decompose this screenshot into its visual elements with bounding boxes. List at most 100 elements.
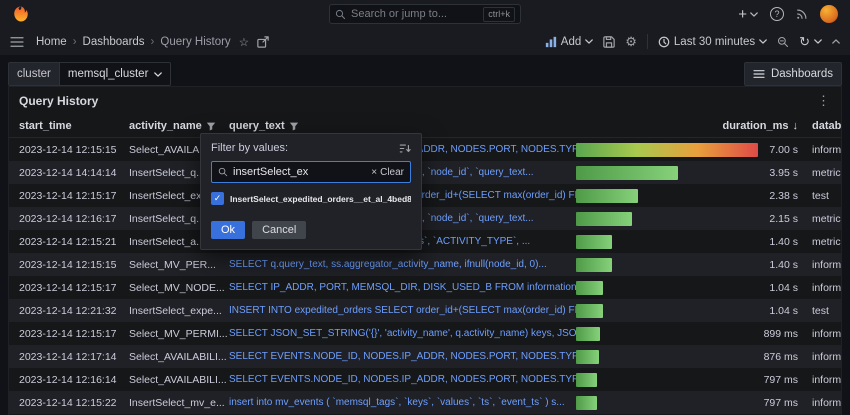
cell-duration: 1.40 s <box>576 234 804 249</box>
duration-bar-track <box>576 280 758 295</box>
rss-icon <box>797 9 807 19</box>
bar-chart-icon <box>545 36 556 47</box>
search-icon <box>335 9 346 19</box>
zoom-out-button[interactable] <box>777 36 789 48</box>
new-menu-button[interactable]: + <box>738 7 758 22</box>
breadcrumb: Home › Dashboards › Query History <box>36 36 231 48</box>
cell-duration: 876 ms <box>576 349 804 364</box>
query-text-link[interactable]: SELECT EVENTS.NODE_ID, NODES.IP_ADDR, NO… <box>229 374 576 385</box>
share-button[interactable] <box>257 35 269 48</box>
user-avatar[interactable] <box>820 5 838 23</box>
kebab-icon: ⋮ <box>817 92 831 108</box>
grafana-app: Search or jump to... ctrl+k + ? Home › D… <box>0 0 850 415</box>
cluster-variable-picker[interactable]: cluster memsql_cluster <box>8 62 172 86</box>
column-header-duration-ms[interactable]: duration_ms ↓ <box>576 120 804 132</box>
cell-activity-name: Select_MV_PER... <box>129 258 216 271</box>
breadcrumb-dashboards[interactable]: Dashboards <box>83 36 145 48</box>
cell-start-time: 2023-12-14 12:15:15 <box>19 143 117 156</box>
filter-search-input[interactable] <box>233 166 367 178</box>
news-button[interactable] <box>796 8 808 20</box>
filter-option[interactable]: ✓ InsertSelect_expedited_orders__et_al_4… <box>211 192 411 205</box>
duration-bar <box>576 165 678 180</box>
hamburger-icon <box>10 36 24 47</box>
duration-bar-track <box>576 349 758 364</box>
panel-menu-button[interactable]: ⋮ <box>817 93 831 109</box>
column-header-database-name[interactable]: database_name <box>804 120 841 132</box>
filter-icon[interactable] <box>289 121 299 131</box>
collapse-toolbar-button[interactable] <box>832 39 840 44</box>
panel-header: Query History ⋮ <box>9 87 841 114</box>
cell-database-name: information_schema <box>812 258 841 271</box>
chevron-down-icon <box>750 11 758 17</box>
search-icon <box>218 167 228 177</box>
duration-value: 3.95 s <box>769 166 798 179</box>
cell-activity-name: InsertSelect_mv_e... <box>129 396 225 409</box>
clear-label: Clear <box>380 166 404 178</box>
breadcrumb-home[interactable]: Home <box>36 36 67 48</box>
column-label: query_text <box>229 119 285 132</box>
chevron-up-icon <box>832 39 840 44</box>
duration-value: 1.40 s <box>769 235 798 248</box>
search-shortcut-badge: ctrl+k <box>483 6 515 22</box>
duration-value: 1.04 s <box>769 304 798 317</box>
dashboard-settings-button[interactable]: ⚙ <box>625 34 637 50</box>
table-row: 2023-12-14 12:15:17 Select_MV_NODE... SE… <box>9 276 841 299</box>
duration-value: 899 ms <box>763 327 798 340</box>
query-text-link[interactable]: SELECT q.query_text, ss.aggregator_activ… <box>229 259 576 270</box>
help-button[interactable]: ? <box>770 7 784 21</box>
table-body: 2023-12-14 12:15:15 Select_AVAILA... SEL… <box>9 138 841 414</box>
add-label: Add <box>560 35 582 48</box>
filter-icon[interactable] <box>206 121 216 131</box>
duration-bar <box>576 142 758 157</box>
save-dashboard-button[interactable] <box>603 35 615 48</box>
toolbar-divider <box>646 34 648 49</box>
ok-button[interactable]: Ok <box>211 221 246 239</box>
breadcrumb-separator: › <box>150 35 155 48</box>
zoom-out-icon <box>778 36 789 47</box>
query-text-link[interactable]: insert into mv_events ( `memsql_tags`, `… <box>229 397 576 408</box>
checkbox-checked[interactable]: ✓ <box>211 192 224 205</box>
chevron-down-icon <box>585 39 594 44</box>
sort-options-icon[interactable] <box>399 143 411 154</box>
share-icon <box>257 35 269 48</box>
grafana-logo-icon[interactable] <box>12 5 30 23</box>
dashboards-link-button[interactable]: Dashboards <box>743 62 842 86</box>
table-row: 2023-12-14 12:15:15 Select_MV_PER... SEL… <box>9 253 841 276</box>
clear-filter-button[interactable]: × Clear <box>371 167 404 178</box>
cell-start-time: 2023-12-14 12:21:32 <box>19 304 117 317</box>
table-row: 2023-12-14 14:14:14 InsertSelect_q... in… <box>9 161 841 184</box>
duration-bar <box>576 372 597 387</box>
query-text-link[interactable]: SELECT IP_ADDR, PORT, MEMSQL_DIR, DISK_U… <box>229 282 576 293</box>
time-range-picker[interactable]: Last 30 minutes <box>658 36 767 48</box>
cell-duration: 3.95 s <box>576 165 804 180</box>
query-text-link[interactable]: INSERT INTO expedited_orders SELECT orde… <box>229 305 576 316</box>
time-range-label: Last 30 minutes <box>673 35 756 48</box>
cell-start-time: 2023-12-14 12:15:22 <box>19 396 117 409</box>
query-history-panel: Query History ⋮ start_time activity_name… <box>8 86 842 415</box>
refresh-button[interactable]: ↻ <box>799 34 822 50</box>
column-header-start-time[interactable]: start_time <box>19 120 129 132</box>
cell-duration: 7.00 s <box>576 142 804 157</box>
cancel-button[interactable]: Cancel <box>252 221 307 239</box>
column-header-query-text[interactable]: query_text <box>229 120 576 132</box>
mega-menu-button[interactable] <box>10 36 24 48</box>
query-text-link[interactable]: SELECT EVENTS.NODE_ID, NODES.IP_ADDR, NO… <box>229 351 576 362</box>
chevron-down-icon <box>154 71 163 77</box>
top-nav: Search or jump to... ctrl+k + ? <box>0 0 850 28</box>
cell-start-time: 2023-12-14 12:15:17 <box>19 281 117 294</box>
chevron-down-icon <box>814 39 822 44</box>
duration-bar-track <box>576 257 758 272</box>
search-input[interactable]: Search or jump to... ctrl+k <box>329 4 521 24</box>
list-icon <box>753 70 765 78</box>
favorite-button[interactable]: ☆ <box>239 35 249 49</box>
add-panel-button[interactable]: Add <box>545 35 594 48</box>
cell-database-name: information_schema <box>812 281 841 294</box>
query-text-link[interactable]: SELECT JSON_SET_STRING('{}', 'activity_n… <box>229 328 576 339</box>
cell-duration: 2.38 s <box>576 188 804 203</box>
duration-bar <box>576 257 613 272</box>
column-label: start_time <box>19 119 72 132</box>
column-header-activity-name[interactable]: activity_name <box>129 120 229 132</box>
gear-icon: ⚙ <box>625 33 637 49</box>
clock-icon <box>658 36 670 47</box>
cluster-variable-value: memsql_cluster <box>67 68 149 80</box>
